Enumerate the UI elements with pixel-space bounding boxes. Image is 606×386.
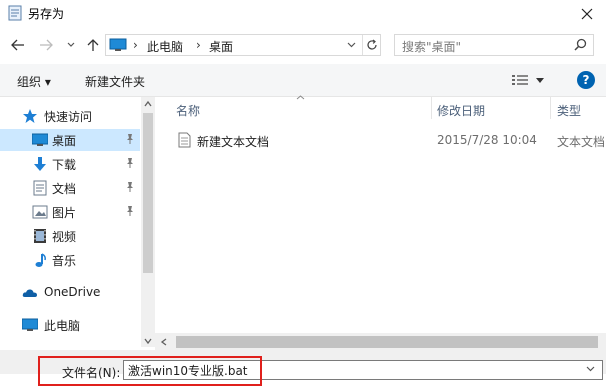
computer-icon — [22, 318, 38, 331]
organize-button[interactable]: 组织 ▾ — [17, 73, 51, 90]
chevron-down-icon — [347, 42, 355, 48]
title-bar — [0, 0, 606, 28]
refresh-button[interactable] — [362, 35, 381, 55]
forward-button[interactable] — [37, 36, 55, 54]
search-placeholder: 搜索"桌面" — [402, 40, 462, 54]
scroll-left-icon[interactable] — [160, 337, 168, 347]
text-file-icon — [178, 132, 191, 148]
sort-ascending-icon — [296, 95, 305, 100]
pin-icon[interactable] — [124, 133, 136, 145]
sidebar-item-documents[interactable]: 文档 — [0, 177, 140, 199]
recent-locations-button[interactable] — [62, 36, 80, 54]
chevron-down-icon[interactable] — [586, 366, 595, 372]
column-header-name[interactable]: 名称 — [176, 102, 200, 119]
sidebar-item-this-pc[interactable]: 此电脑 — [0, 314, 140, 336]
breadcrumb-separator: › — [133, 38, 138, 52]
column-divider[interactable] — [550, 97, 551, 119]
notepad-icon — [8, 5, 22, 21]
sidebar-item-downloads[interactable]: 下载 — [0, 153, 140, 175]
arrow-right-icon — [40, 39, 53, 51]
scroll-up-icon[interactable] — [143, 100, 153, 108]
window-title: 另存为 — [28, 7, 65, 21]
pin-icon[interactable] — [124, 205, 136, 217]
hscroll-thumb[interactable] — [176, 336, 598, 348]
sidebar-item-desktop[interactable]: 桌面 — [0, 129, 140, 151]
file-type: 文本文档 — [557, 135, 606, 149]
cloud-icon — [22, 289, 37, 297]
sidebar-item-videos[interactable]: 视频 — [0, 225, 140, 247]
up-button[interactable] — [84, 36, 102, 54]
breadcrumb-item[interactable]: 桌面 — [209, 38, 233, 55]
help-icon: ? — [582, 73, 590, 87]
column-header-modified[interactable]: 修改日期 — [437, 102, 485, 119]
close-icon — [581, 8, 593, 20]
file-modified: 2015/7/28 10:04 — [437, 133, 537, 147]
highlight-box — [38, 356, 262, 386]
view-options-button[interactable] — [512, 72, 552, 88]
breadcrumb-separator: › — [196, 38, 201, 52]
document-icon — [33, 180, 47, 196]
file-name: 新建文本文档 — [197, 135, 270, 149]
refresh-icon — [367, 39, 377, 50]
back-button[interactable] — [9, 36, 27, 54]
desktop-icon — [32, 133, 48, 146]
column-header-type[interactable]: 类型 — [557, 102, 581, 119]
navigation-pane: 快速访问 桌面 下载 文档 图片 视频 音乐 OneDrive 此电脑 — [0, 97, 155, 347]
sidebar-item-onedrive[interactable]: OneDrive — [0, 282, 140, 304]
pin-icon[interactable] — [124, 157, 136, 169]
column-divider[interactable] — [431, 97, 432, 119]
star-icon — [23, 109, 37, 123]
address-dropdown-button[interactable] — [343, 36, 359, 54]
caret-down-icon — [536, 77, 544, 83]
music-icon — [35, 253, 46, 267]
arrow-up-icon — [87, 39, 99, 51]
picture-icon — [32, 205, 48, 219]
monitor-icon — [109, 38, 127, 51]
video-icon — [34, 229, 46, 243]
pin-icon[interactable] — [124, 181, 136, 193]
sidebar-scroll-thumb[interactable] — [143, 113, 153, 273]
close-button[interactable] — [568, 0, 606, 28]
sidebar-item-music[interactable]: 音乐 — [0, 249, 140, 271]
scroll-down-icon[interactable] — [143, 337, 153, 345]
chevron-down-icon — [67, 42, 75, 47]
sidebar-item-pictures[interactable]: 图片 — [0, 201, 140, 223]
arrow-left-icon — [11, 39, 24, 51]
download-icon — [34, 157, 46, 171]
view-details-icon — [512, 75, 528, 85]
new-folder-button[interactable]: 新建文件夹 — [85, 73, 145, 90]
help-button[interactable]: ? — [577, 71, 595, 89]
breadcrumb-item[interactable]: 此电脑 — [147, 38, 183, 55]
search-icon — [574, 38, 587, 51]
sidebar-item-quick-access[interactable]: 快速访问 — [0, 105, 140, 127]
